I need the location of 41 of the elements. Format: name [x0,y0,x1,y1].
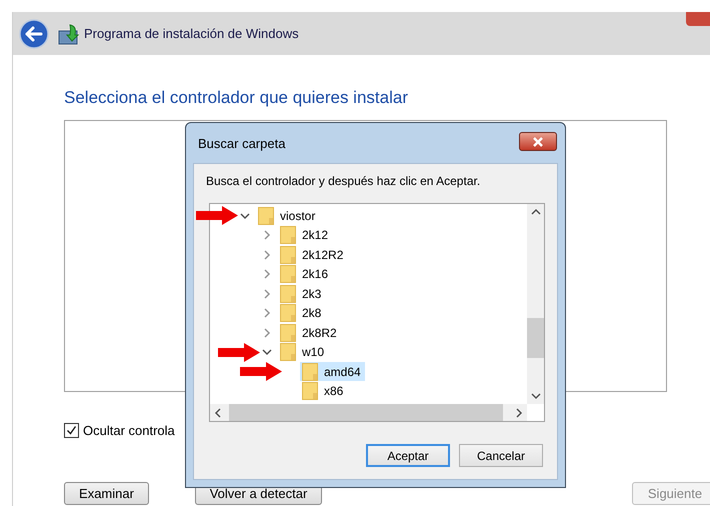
folder-icon [280,284,296,303]
folder-icon [280,246,296,264]
button[interactable]: Examinar [64,482,149,505]
close-icon [532,136,544,146]
chevron-icon[interactable] [262,347,272,358]
setup-icon [58,22,80,44]
folder-item[interactable]: 2k8R2 [278,323,341,342]
folder-icon [280,226,296,244]
checkbox-label: Ocultar controla [83,423,175,438]
button[interactable]: Aceptar [366,444,450,467]
scroll-right-icon[interactable] [515,408,523,418]
folder-item[interactable]: amd64 [300,362,365,382]
scroll-thumb[interactable] [527,318,544,358]
button[interactable]: Cancelar [459,444,543,467]
folder-icon [280,304,296,322]
folder-item[interactable]: 2k12R2 [278,245,348,264]
page-heading: Selecciona el controlador que quieres instalar [64,87,409,109]
dialog-title: Buscar carpeta [198,136,286,150]
folder-icon [258,206,274,225]
folder-item[interactable]: viostor [256,206,320,226]
folder-item[interactable]: 2k12 [278,226,332,245]
folder-item[interactable]: w10 [278,342,328,362]
folder-icon [280,265,296,284]
folder-item[interactable]: 2k8 [278,304,326,323]
folder-item[interactable]: 2k3 [278,284,326,304]
chevron-icon[interactable] [240,210,250,221]
checkbox[interactable] [64,423,79,438]
back-icon[interactable] [19,18,49,48]
folder-icon [302,382,318,400]
scroll-left-icon[interactable] [214,408,222,418]
instruction-text: Busca el controlador y después haz clic en Aceptar. [206,174,482,188]
window-title: Programa de instalación de Windows [84,26,299,41]
close-button[interactable] [519,132,557,151]
vertical-scrollbar[interactable] [527,204,544,404]
folder-icon [302,362,318,381]
scroll-up-icon[interactable] [530,208,540,216]
folder-item[interactable]: x86 [300,382,348,401]
folder-item[interactable]: 2k16 [278,264,332,284]
folder-icon [280,343,296,362]
scroll-down-icon[interactable] [530,392,540,400]
folder-icon [280,324,296,342]
